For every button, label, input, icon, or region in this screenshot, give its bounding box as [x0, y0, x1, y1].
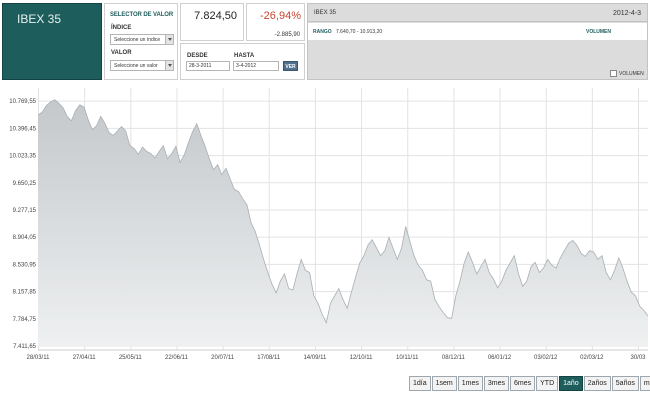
range-button[interactable]: YTD [536, 376, 559, 391]
change-absolute: -2.885,90 [274, 32, 300, 38]
x-tick-label: 22/06/11 [165, 355, 189, 361]
value-selector-panel: SELECTOR DE VALOR ÍNDICE Seleccione un í… [104, 3, 178, 80]
x-tick-label: 17/08/11 [257, 355, 281, 361]
range-button[interactable]: 5años [611, 376, 639, 391]
x-tick-label: 08/12/11 [442, 355, 466, 361]
from-date-input[interactable]: 28-3-2011 [186, 61, 230, 71]
y-tick-label: 7.411,65 [13, 344, 37, 350]
x-tick-label: 06/01/12 [488, 355, 512, 361]
y-tick-label: 9.277,15 [13, 208, 37, 214]
change-panel: -26,94% -2.885,90 [246, 3, 305, 41]
y-tick-label: 8.530,95 [13, 262, 37, 268]
volume-checkbox[interactable] [610, 70, 617, 77]
value-select-value: Seleccione un valor [114, 63, 158, 69]
x-tick-label: 10/11/11 [396, 355, 419, 361]
x-tick-label: 28/03/11 [27, 355, 51, 361]
x-tick-label: 20/07/11 [211, 355, 235, 361]
x-tick-label: 25/05/11 [119, 355, 143, 361]
range-button[interactable]: máx. [639, 376, 650, 391]
x-tick-label: 12/10/11 [350, 355, 374, 361]
to-label: HASTA [234, 53, 255, 59]
info-index-name: IBEX 35 [314, 10, 337, 16]
y-tick-label: 9.650,25 [13, 181, 37, 187]
y-tick-label: 8.157,85 [13, 290, 37, 296]
selector-title: SELECTOR DE VALOR [110, 12, 174, 18]
y-tick-label: 8.904,05 [13, 235, 37, 241]
index-title: IBEX 35 [17, 12, 62, 26]
chevron-down-icon[interactable] [165, 35, 173, 44]
range-button[interactable]: 1día [409, 376, 431, 391]
last-price: 7.824,50 [194, 10, 237, 22]
info-header: IBEX 35 2012-4-3 [308, 4, 647, 22]
range-button[interactable]: 3mes [483, 376, 509, 391]
index-title-panel: IBEX 35 [2, 3, 102, 80]
value-select[interactable]: Seleccione un valor [110, 60, 174, 71]
range-value: 7.640,70 - 10.913,20 [336, 29, 383, 35]
value-label: VALOR [111, 50, 132, 56]
volume-checkbox-label: VOLUMEN [619, 71, 644, 77]
y-tick-label: 7.784,75 [13, 317, 37, 323]
volume-label: VOLUMEN [586, 29, 611, 35]
index-select[interactable]: Seleccione un índice [110, 34, 174, 45]
index-select-value: Seleccione un índice [114, 37, 161, 43]
info-panel: IBEX 35 2012-4-3 RANGO 7.640,70 - 10.913… [307, 3, 648, 80]
range-button[interactable]: 6mes [510, 376, 536, 391]
ver-button[interactable]: VER [283, 61, 298, 71]
from-label: DESDE [187, 53, 208, 59]
range-button[interactable]: 1mes [457, 376, 483, 391]
price-chart-svg[interactable]: 10.769,55 10.396,45 10.023,35 9.650,25 9.277… [0, 84, 650, 400]
x-tick-label: 30/03 [630, 355, 646, 361]
change-percent: -26,94% [260, 10, 301, 22]
x-tick-label: 03/02/12 [534, 355, 558, 361]
index-label: ÍNDICE [111, 25, 132, 31]
info-date: 2012-4-3 [612, 10, 641, 17]
range-button[interactable]: 2años [583, 376, 611, 391]
range-buttons: 1día1sem1mes3mes6mesYTD1año2años5añosmáx… [409, 376, 650, 391]
range-label: RANGO [313, 29, 332, 35]
chevron-down-icon[interactable] [165, 61, 173, 70]
y-tick-label: 10.023,35 [9, 154, 36, 160]
range-button[interactable]: 1sem [431, 376, 457, 391]
to-date-input[interactable]: 3-4-2012 [233, 61, 279, 71]
x-tick-label: 02/03/12 [580, 355, 604, 361]
price-panel: 7.824,50 [180, 3, 244, 41]
x-tick-label: 27/04/11 [73, 355, 97, 361]
y-tick-label: 10.769,55 [9, 99, 36, 105]
x-tick-label: 14/09/11 [303, 355, 327, 361]
price-chart[interactable]: 10.769,55 10.396,45 10.023,35 9.650,25 9.277… [0, 84, 650, 400]
info-range-row: RANGO 7.640,70 - 10.913,20 VOLUMEN [308, 23, 647, 40]
header-bar: IBEX 35 SELECTOR DE VALOR ÍNDICE Selecci… [0, 0, 650, 84]
range-button[interactable]: 1año [559, 376, 583, 391]
y-tick-label: 10.396,45 [9, 126, 36, 132]
date-range-panel: DESDE HASTA 28-3-2011 3-4-2012 VER [180, 43, 305, 80]
